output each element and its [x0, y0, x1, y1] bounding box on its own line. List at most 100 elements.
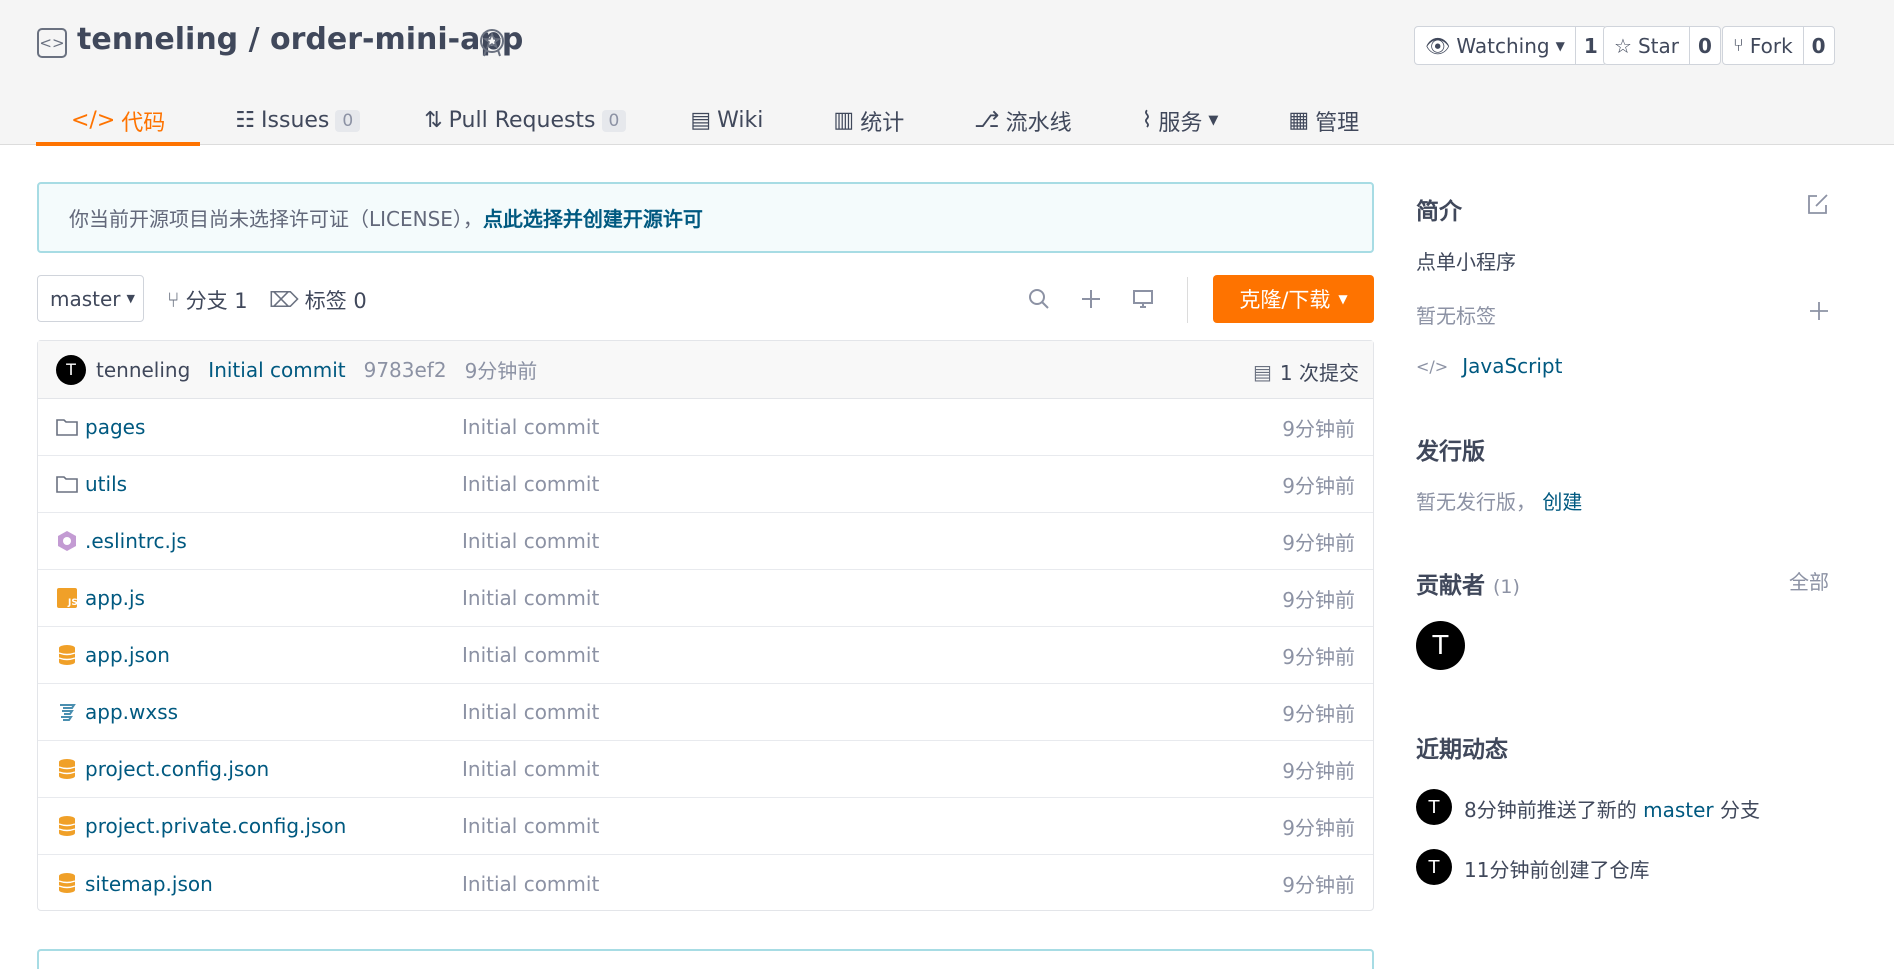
tab-services[interactable]: ⌇ 服务 ▼ — [1142, 96, 1219, 145]
web-ide-icon[interactable] — [1129, 285, 1157, 313]
file-commit-message[interactable]: Initial commit — [462, 472, 599, 496]
add-file-icon[interactable] — [1077, 285, 1105, 313]
avatar[interactable]: T — [56, 354, 86, 385]
file-name[interactable]: app.wxss — [85, 700, 178, 724]
avatar[interactable]: T — [1416, 789, 1452, 825]
file-commit-message[interactable]: Initial commit — [462, 586, 599, 610]
tab-label: Issues — [261, 108, 330, 133]
table-row[interactable]: sitemap.json Initial commit 9分钟前 — [38, 855, 1373, 912]
add-tag-icon[interactable] — [1808, 300, 1830, 327]
file-commit-message[interactable]: Initial commit — [462, 814, 599, 838]
activity-title: 近期动态 — [1416, 737, 1508, 763]
branches-link[interactable]: ⑂ 分支 1 — [167, 285, 248, 315]
code-icon: </> — [71, 108, 116, 133]
file-name[interactable]: project.config.json — [85, 757, 269, 781]
file-name[interactable]: app.js — [85, 586, 145, 610]
file-name[interactable]: project.private.config.json — [85, 814, 346, 838]
file-time: 9分钟前 — [1282, 530, 1355, 555]
activity-text: 8分钟前推送了新的 — [1464, 798, 1637, 822]
json-icon — [56, 758, 78, 780]
commit-count-link[interactable]: ▤ 1 次提交 — [1253, 357, 1359, 386]
file-name[interactable]: app.json — [85, 643, 170, 667]
commit-author[interactable]: tenneling — [96, 358, 190, 382]
watch-count[interactable]: 1 — [1576, 27, 1606, 64]
activity-branch-link[interactable]: master — [1643, 798, 1714, 822]
release-title: 发行版 — [1416, 439, 1485, 465]
notice-text: 你当前开源项目尚未选择许可证（LICENSE）， — [69, 207, 483, 231]
file-commit-message[interactable]: Initial commit — [462, 872, 599, 896]
table-row[interactable]: .eslintrc.js Initial commit 9分钟前 — [38, 513, 1373, 570]
contributors-count: (1) — [1493, 576, 1520, 598]
tab-pipeline[interactable]: ⎇ 流水线 — [974, 96, 1071, 145]
activity-text: 11分钟前创建了仓库 — [1464, 858, 1650, 882]
language-item[interactable]: </> JavaScript — [1416, 354, 1562, 378]
file-time: 9分钟前 — [1282, 701, 1355, 726]
file-commit-message[interactable]: Initial commit — [462, 757, 599, 781]
caret-down-icon: ▼ — [1338, 292, 1348, 306]
file-commit-message[interactable]: Initial commit — [462, 700, 599, 724]
repo-header: <> tenneling / order-mini-app 👁 Watching… — [0, 0, 1894, 146]
tab-label: 服务 — [1158, 110, 1203, 136]
js-icon: JS — [56, 587, 78, 609]
table-row[interactable]: app.json Initial commit 9分钟前 — [38, 627, 1373, 684]
file-time: 9分钟前 — [1282, 815, 1355, 840]
clone-download-button[interactable]: 克隆/下载 ▼ — [1213, 275, 1374, 323]
commit-count: 1 次提交 — [1279, 361, 1359, 385]
eslint-icon — [56, 530, 78, 552]
pull-request-icon: ⇅ — [424, 108, 443, 133]
file-name[interactable]: pages — [85, 415, 145, 439]
commit-message[interactable]: Initial commit — [208, 358, 345, 382]
commit-hash[interactable]: 9783ef2 — [364, 358, 447, 382]
repo-icon: <> — [37, 28, 67, 58]
table-row[interactable]: utils Initial commit 9分钟前 — [38, 456, 1373, 513]
tab-stats[interactable]: ▥ 统计 — [833, 96, 904, 145]
activity-text: 分支 — [1719, 798, 1760, 822]
file-commit-message[interactable]: Initial commit — [462, 643, 599, 667]
tab-label: 代码 — [121, 110, 166, 136]
tab-code[interactable]: </> 代码 — [35, 96, 201, 146]
fork-count[interactable]: 0 — [1804, 27, 1834, 64]
pulse-icon: ⌇ — [1141, 108, 1153, 133]
table-row[interactable]: project.config.json Initial commit 9分钟前 — [38, 741, 1373, 798]
repo-title[interactable]: tenneling / order-mini-app — [77, 22, 523, 57]
clone-label: 克隆/下载 — [1239, 288, 1331, 312]
watch-button[interactable]: 👁 Watching ▼ — [1415, 27, 1576, 64]
caret-down-icon: ▼ — [1208, 113, 1219, 128]
tags-link[interactable]: ⌦ 标签 0 — [269, 285, 367, 315]
create-license-link[interactable]: 点此选择并创建开源许可 — [483, 203, 703, 232]
file-name[interactable]: sitemap.json — [85, 872, 213, 896]
tab-pull-requests[interactable]: ⇅ Pull Requests 0 — [424, 96, 627, 145]
file-commit-message[interactable]: Initial commit — [462, 529, 599, 553]
table-row[interactable]: pages Initial commit 9分钟前 — [38, 399, 1373, 456]
code-icon: </> — [1416, 356, 1449, 376]
star-button[interactable]: ☆ Star — [1604, 27, 1690, 64]
all-contributors-link[interactable]: 全部 — [1789, 566, 1829, 595]
table-row[interactable]: project.private.config.json Initial comm… — [38, 798, 1373, 855]
bar-chart-icon: ▥ — [833, 108, 855, 133]
file-name[interactable]: .eslintrc.js — [85, 529, 187, 553]
edit-icon[interactable] — [1806, 192, 1830, 221]
fork-button[interactable]: ⑂ Fork — [1723, 27, 1804, 64]
award-badge-icon[interactable] — [476, 26, 508, 58]
license-notice: 你当前开源项目尚未选择许可证（LICENSE）， 点此选择并创建开源许可 — [37, 182, 1374, 253]
star-count[interactable]: 0 — [1690, 27, 1720, 64]
tab-issues[interactable]: ☷ Issues 0 — [235, 96, 361, 145]
table-row[interactable]: JS app.js Initial commit 9分钟前 — [38, 570, 1373, 627]
search-icon[interactable] — [1025, 285, 1053, 313]
css-icon — [56, 701, 78, 723]
file-name[interactable]: utils — [85, 472, 127, 496]
file-commit-message[interactable]: Initial commit — [462, 415, 599, 439]
tags-label: 标签 0 — [304, 289, 367, 313]
folder-icon — [56, 473, 78, 495]
branch-select[interactable]: master ▼ — [37, 275, 144, 322]
settings-doc-icon: ▦ — [1288, 108, 1310, 133]
fork-group: ⑂ Fork 0 — [1722, 26, 1835, 65]
create-release-link[interactable]: 创建 — [1542, 490, 1582, 514]
tab-wiki[interactable]: ▤ Wiki — [690, 96, 763, 145]
tab-settings[interactable]: ▦ 管理 — [1288, 96, 1359, 145]
avatar[interactable]: T — [1416, 849, 1452, 885]
contributor-avatar[interactable]: T — [1416, 621, 1465, 670]
table-row[interactable]: app.wxss Initial commit 9分钟前 — [38, 684, 1373, 741]
repo-tabs: </> 代码 ☷ Issues 0 ⇅ Pull Requests 0 ▤ Wi… — [35, 96, 1359, 146]
no-tags-text: 暂无标签 — [1416, 304, 1496, 328]
